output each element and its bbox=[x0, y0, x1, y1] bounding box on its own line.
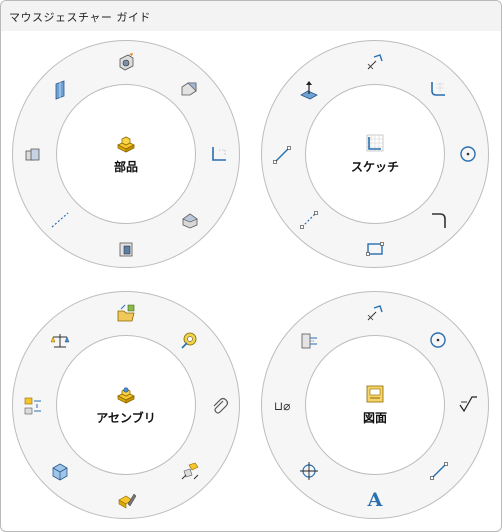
title-bar: マウスジェスチャー ガイド bbox=[1, 1, 501, 31]
note-icon[interactable]: A bbox=[364, 489, 386, 511]
line-icon[interactable] bbox=[271, 144, 293, 166]
measure-icon[interactable] bbox=[178, 329, 200, 351]
smart-dimension-icon[interactable] bbox=[364, 302, 386, 324]
hole-wizard-icon[interactable] bbox=[115, 51, 137, 73]
smart-dimension-icon[interactable] bbox=[364, 51, 386, 73]
rectangle-icon[interactable] bbox=[364, 238, 386, 260]
wheel-center: 部品 bbox=[56, 84, 196, 224]
plane-icon[interactable] bbox=[49, 79, 71, 101]
sketch-gesture-wheel: スケッチ bbox=[261, 40, 489, 268]
center-mark-icon[interactable] bbox=[298, 460, 320, 482]
chamfer-icon[interactable] bbox=[178, 78, 200, 100]
fillet-corner-icon[interactable] bbox=[427, 78, 449, 100]
wheel-center-label: アセンブリ bbox=[96, 411, 156, 425]
explode-view-icon[interactable] bbox=[22, 395, 44, 417]
extruded-cut-icon[interactable] bbox=[115, 238, 137, 260]
sketch-icon bbox=[364, 133, 386, 157]
hole-callout-icon[interactable]: ⊔⌀ bbox=[271, 395, 293, 417]
insert-component-icon[interactable] bbox=[115, 302, 137, 324]
extruded-boss-icon[interactable] bbox=[22, 144, 44, 166]
part-icon bbox=[115, 133, 137, 157]
revolve-cut-icon[interactable] bbox=[179, 209, 201, 231]
drawing-gesture-wheel: 図面 A ⊔⌀ bbox=[261, 291, 489, 519]
part-gesture-wheel: 部品 bbox=[12, 40, 240, 268]
edit-component-icon[interactable] bbox=[115, 489, 137, 511]
datum-feature-icon[interactable] bbox=[298, 330, 320, 352]
sketch-fillet-icon[interactable] bbox=[428, 209, 450, 231]
assembly-gesture-wheel: アセンブリ bbox=[12, 291, 240, 519]
wheel-center: アセンブリ bbox=[56, 335, 196, 475]
mass-properties-icon[interactable] bbox=[49, 330, 71, 352]
line-icon[interactable] bbox=[428, 460, 450, 482]
section-view-icon[interactable] bbox=[49, 460, 71, 482]
circle-icon[interactable] bbox=[457, 143, 479, 165]
drawing-icon bbox=[364, 384, 386, 408]
wheel-center-label: スケッチ bbox=[350, 160, 399, 174]
wheel-center: 図面 bbox=[305, 335, 445, 475]
circle-icon[interactable] bbox=[427, 329, 449, 351]
paperclip-icon[interactable] bbox=[208, 394, 230, 416]
construction-line-icon[interactable] bbox=[298, 209, 320, 231]
wheel-center-label: 図面 bbox=[362, 411, 387, 425]
hole-callout-glyph: ⊔⌀ bbox=[273, 399, 291, 413]
mouse-gesture-guide-window: マウスジェスチャー ガイド 部品 スケッチ アセンブリ 図面 A ⊔⌀ bbox=[0, 0, 502, 532]
surface-finish-icon[interactable] bbox=[457, 394, 479, 416]
wheel-center-label: 部品 bbox=[113, 160, 138, 174]
centerline-icon[interactable] bbox=[49, 209, 71, 231]
wheel-center: スケッチ bbox=[305, 84, 445, 224]
note-icon-glyph: A bbox=[367, 489, 383, 511]
fillet-edge-icon[interactable] bbox=[208, 143, 230, 165]
assembly-icon bbox=[115, 384, 137, 408]
move-component-icon[interactable] bbox=[179, 460, 201, 482]
window-title: マウスジェスチャー ガイド bbox=[9, 11, 151, 24]
normal-to-icon[interactable] bbox=[298, 79, 320, 101]
